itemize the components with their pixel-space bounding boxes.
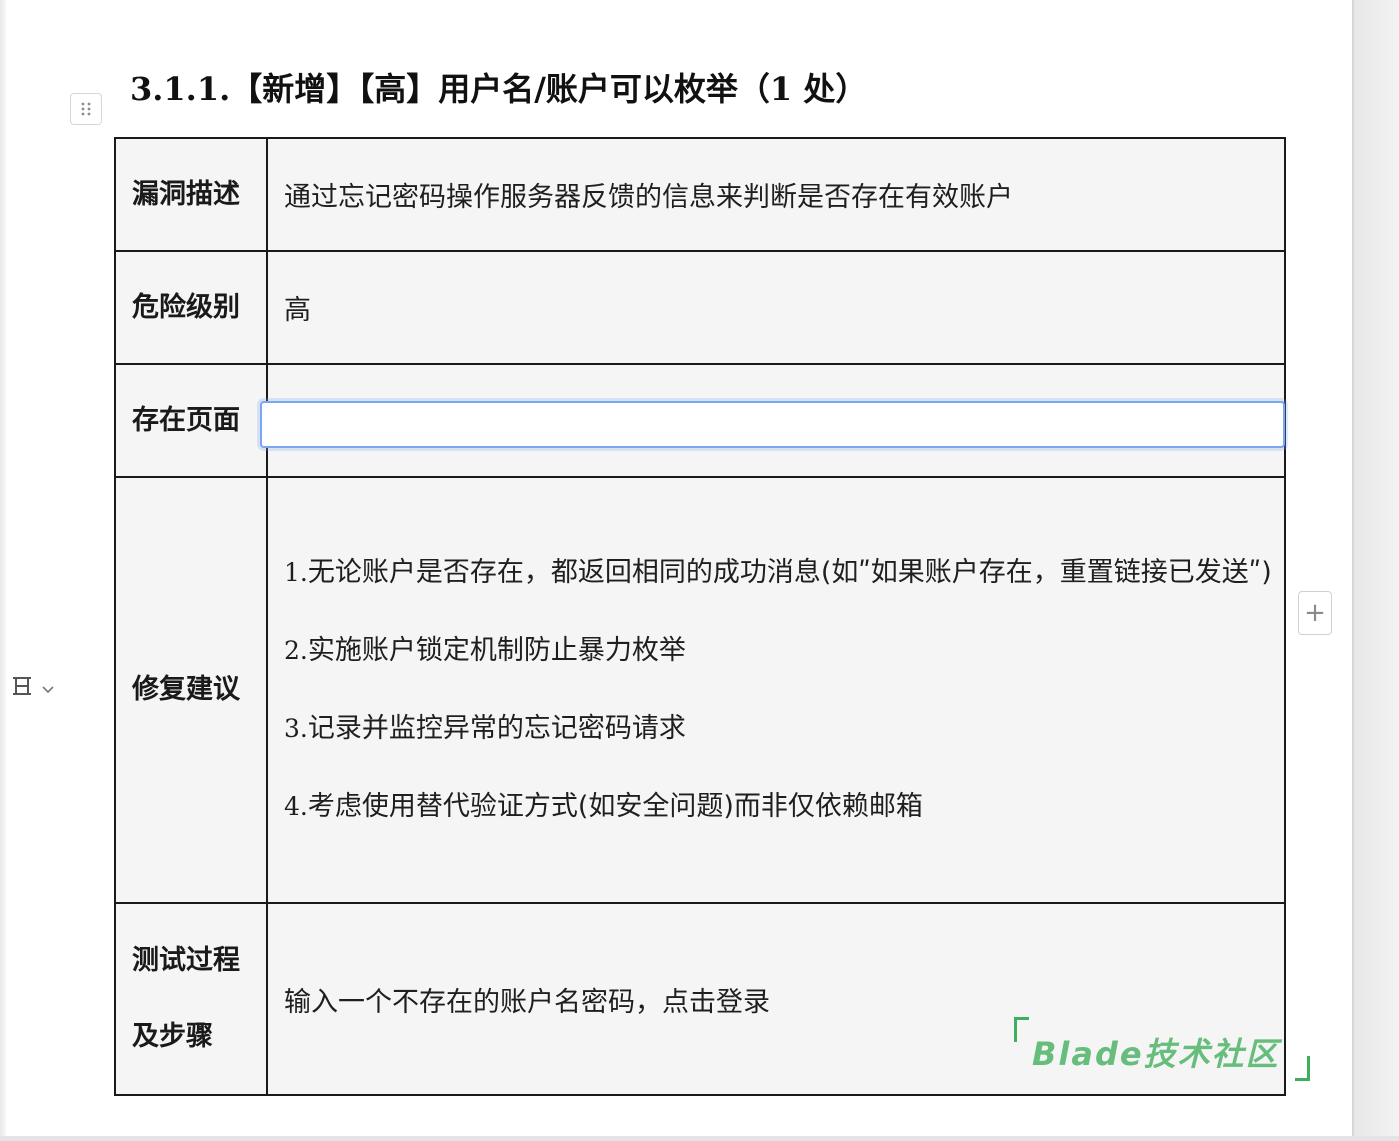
fix-item-text: 记录并监控异常的忘记密码请求: [307, 713, 686, 744]
fix-item-number: 3.: [284, 714, 308, 743]
page-left-edge: [0, 0, 6, 1141]
fix-item: 2.实施账户锁定机制防止暴力枚举: [284, 612, 1274, 690]
vulnerability-table: 漏洞描述 通过忘记密码操作服务器反馈的信息来判断是否存在有效账户 危险级别 高 …: [114, 137, 1286, 1096]
fix-item: 3.记录并监控异常的忘记密码请求: [284, 690, 1274, 768]
drag-handle-icon: [80, 101, 92, 117]
chevron-down-icon: [42, 679, 54, 698]
label-line: 及步骤: [132, 1021, 213, 1052]
section-heading: 3.1.1.【新增】【高】用户名/账户可以枚举（1 处）: [130, 70, 868, 108]
fix-item-text: 无论账户是否存在，都返回相同的成功消息(如ʺ如果账户存在，重置链接已发送ʺ): [307, 557, 1272, 588]
plus-icon: +: [1304, 598, 1326, 628]
table-row-fix-suggestion: 修复建议 1.无论账户是否存在，都返回相同的成功消息(如ʺ如果账户存在，重置链接…: [114, 476, 1286, 904]
fix-item-text: 实施账户锁定机制防止暴力枚举: [307, 635, 686, 666]
table-row-risk-level: 危险级别 高: [114, 250, 1286, 365]
table-row-description: 漏洞描述 通过忘记密码操作服务器反馈的信息来判断是否存在有效账户: [114, 137, 1286, 252]
label-affected-page[interactable]: 存在页面: [114, 363, 268, 478]
table-row-icon: [10, 675, 34, 701]
fix-item: 1.无论账户是否存在，都返回相同的成功消息(如ʺ如果账户存在，重置链接已发送ʺ): [284, 534, 1274, 612]
row-menu-button[interactable]: [10, 670, 63, 706]
watermark: Blade技术社区: [1014, 1017, 1314, 1081]
watermark-text: Blade技术社区: [1032, 1035, 1280, 1073]
watermark-bracket-right: [1295, 1056, 1310, 1081]
label-line: 测试过程: [132, 945, 240, 976]
page-bottom-edge: [0, 1136, 1399, 1141]
page-right-margin: [1352, 0, 1399, 1141]
fix-item-text: 考虑使用替代验证方式(如安全问题)而非仅依赖邮箱: [307, 791, 923, 822]
fix-item: 4.考虑使用替代验证方式(如安全问题)而非仅依赖邮箱: [284, 768, 1274, 846]
label-risk-level[interactable]: 危险级别: [114, 250, 268, 365]
label-description[interactable]: 漏洞描述: [114, 137, 268, 252]
fix-item-number: 4.: [284, 792, 308, 821]
fix-item-number: 1.: [284, 558, 308, 587]
fix-item-number: 2.: [284, 636, 308, 665]
value-fix-suggestion[interactable]: 1.无论账户是否存在，都返回相同的成功消息(如ʺ如果账户存在，重置链接已发送ʺ)…: [266, 476, 1286, 904]
block-drag-handle[interactable]: [70, 93, 102, 125]
label-fix-suggestion[interactable]: 修复建议: [114, 476, 268, 904]
value-description[interactable]: 通过忘记密码操作服务器反馈的信息来判断是否存在有效账户: [266, 137, 1286, 252]
add-column-button[interactable]: +: [1298, 591, 1332, 635]
watermark-bracket-left: [1014, 1017, 1029, 1042]
label-test-process[interactable]: 测试过程 及步骤: [114, 902, 268, 1096]
active-cell-editor[interactable]: [260, 401, 1285, 448]
value-risk-level[interactable]: 高: [266, 250, 1286, 365]
